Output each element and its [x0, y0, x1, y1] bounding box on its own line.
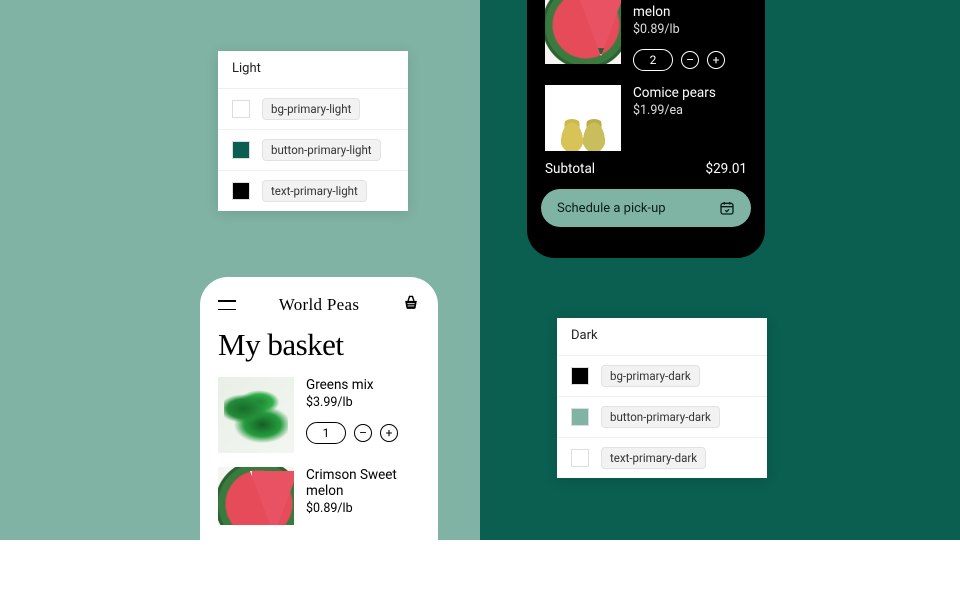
product-price: $3.99/lb	[306, 395, 420, 410]
cart-item: Comice pears $1.99/ea	[527, 85, 765, 151]
phone-preview-dark: Crimson Sweet melon $0.89/lb 2 – + Comic…	[527, 0, 765, 258]
swatch	[571, 367, 589, 385]
increment-button[interactable]: +	[707, 51, 725, 69]
token-label: bg-primary-light	[262, 98, 360, 120]
phone-preview-light: World Peas My basket Greens mix $3.99/lb…	[200, 277, 438, 597]
quantity-value[interactable]: 1	[306, 422, 346, 444]
subtotal-label: Subtotal	[545, 161, 595, 177]
schedule-pickup-label: Schedule a pick-up	[557, 201, 666, 216]
token-label: button-primary-dark	[601, 406, 720, 428]
product-name: Comice pears	[633, 85, 747, 101]
page-title: My basket	[200, 321, 438, 377]
token-label: text-primary-light	[262, 180, 367, 202]
palette-title: Dark	[557, 318, 767, 356]
product-price: $0.89/lb	[633, 22, 747, 37]
product-thumbnail	[545, 85, 621, 151]
swatch	[571, 449, 589, 467]
cart-item: Crimson Sweet melon $0.89/lb	[200, 467, 438, 525]
cart-item: Greens mix $3.99/lb 1 – +	[200, 377, 438, 467]
product-price: $0.89/lb	[306, 501, 420, 516]
palette-row: bg-primary-dark	[557, 356, 767, 397]
menu-icon[interactable]	[218, 300, 236, 310]
swatch	[232, 100, 250, 118]
calendar-icon	[719, 200, 735, 216]
palette-row: button-primary-light	[218, 130, 408, 171]
palette-card-light: Light bg-primary-light button-primary-li…	[218, 51, 408, 211]
product-thumbnail	[218, 377, 294, 453]
cart-item: Crimson Sweet melon $0.89/lb 2 – +	[527, 0, 765, 85]
swatch	[571, 408, 589, 426]
palette-title: Light	[218, 51, 408, 89]
palette-card-dark: Dark bg-primary-dark button-primary-dark…	[557, 318, 767, 478]
decrement-button[interactable]: –	[681, 51, 699, 69]
increment-button[interactable]: +	[380, 424, 398, 442]
decrement-button[interactable]: –	[354, 424, 372, 442]
subtotal-value: $29.01	[706, 161, 748, 177]
subtotal-row: Subtotal $29.01	[527, 151, 765, 189]
swatch	[232, 182, 250, 200]
brand-title: World Peas	[279, 295, 359, 315]
product-name: Crimson Sweet melon	[306, 467, 420, 499]
product-thumbnail	[218, 467, 294, 525]
quantity-value[interactable]: 2	[633, 49, 673, 71]
schedule-pickup-button[interactable]: Schedule a pick-up	[541, 189, 751, 227]
product-name: Greens mix	[306, 377, 420, 393]
token-label: button-primary-light	[262, 139, 381, 161]
basket-icon[interactable]	[402, 295, 420, 315]
token-label: text-primary-dark	[601, 447, 706, 469]
palette-row: bg-primary-light	[218, 89, 408, 130]
swatch	[232, 141, 250, 159]
palette-row: button-primary-dark	[557, 397, 767, 438]
palette-row: text-primary-dark	[557, 438, 767, 478]
palette-row: text-primary-light	[218, 171, 408, 211]
product-thumbnail	[545, 0, 621, 64]
product-price: $1.99/ea	[633, 103, 747, 118]
product-name: Crimson Sweet melon	[633, 0, 747, 20]
token-label: bg-primary-dark	[601, 365, 700, 387]
